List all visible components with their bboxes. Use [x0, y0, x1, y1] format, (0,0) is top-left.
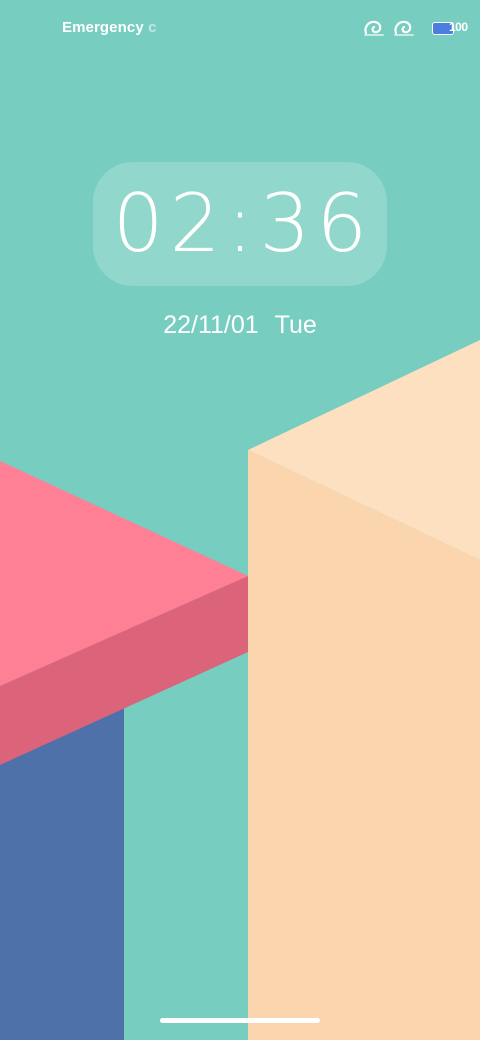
home-indicator[interactable] — [160, 1018, 320, 1023]
date-line: 22/11/01 Tue — [0, 311, 480, 340]
wifi-call-icon — [364, 20, 384, 36]
battery-percent: 100 — [449, 19, 468, 34]
wifi-call-icon — [394, 20, 414, 36]
carrier-overflow-text: c — [148, 19, 157, 36]
battery-indicator: 100 — [432, 20, 468, 35]
wallpaper — [0, 340, 480, 1040]
clock-time: 02:36 — [112, 177, 374, 270]
clock-widget[interactable]: 02:36 — [93, 162, 387, 286]
carrier-text: Emergency — [62, 19, 144, 36]
carrier-label: Emergency c — [62, 19, 157, 36]
date-text: 22/11/01 — [163, 311, 259, 339]
status-icons: 100 — [362, 16, 468, 40]
status-bar: Emergency c 100 — [0, 0, 480, 56]
lock-screen: Emergency c 100 02:36 22/11/01 Tue — [0, 0, 480, 1040]
weekday-text: Tue — [274, 311, 317, 339]
